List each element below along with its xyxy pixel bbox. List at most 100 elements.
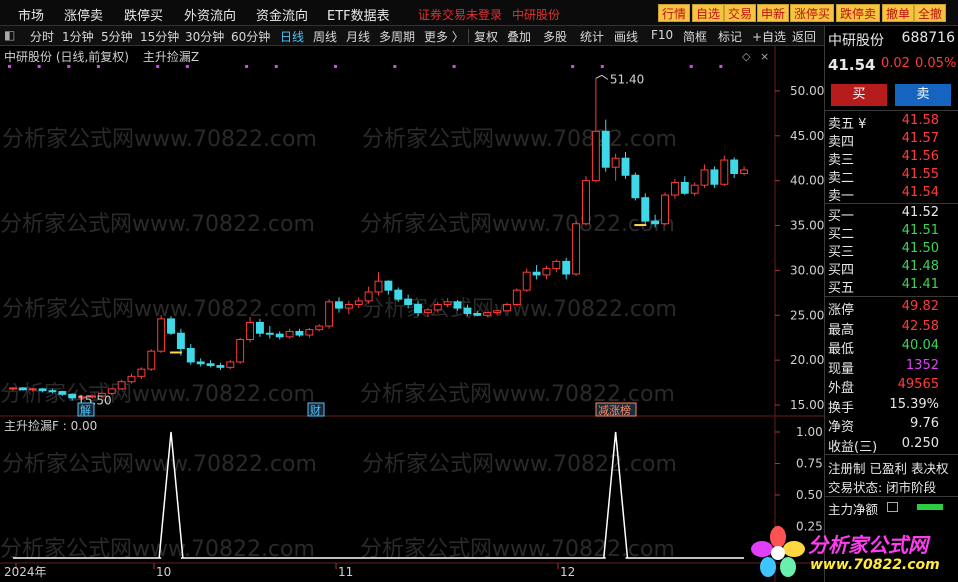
toolbar-divider bbox=[468, 29, 469, 43]
candle-body bbox=[295, 330, 304, 336]
draw-line-button[interactable]: 画线 bbox=[614, 28, 638, 45]
period-toolbar: ◧ 分时 1分钟 5分钟 15分钟 30分钟 60分钟 日线 周线 月线 多周期… bbox=[0, 26, 958, 46]
date-axis-label: 2024年 bbox=[4, 565, 47, 579]
tab-15min[interactable]: 15分钟 bbox=[140, 28, 179, 45]
bid-row-label: 买一 bbox=[828, 209, 855, 224]
sidebar-toggle-icon[interactable]: ◧ bbox=[4, 28, 15, 42]
bid-row-value: 41.52 bbox=[901, 205, 939, 220]
ask-row: 卖二 41.55 bbox=[825, 167, 958, 186]
statistics-button[interactable]: 统计 bbox=[580, 28, 604, 45]
candle-body bbox=[18, 387, 27, 391]
candle-body bbox=[601, 130, 610, 168]
stat-row: 涨停 49.82 bbox=[825, 299, 958, 318]
menu-market[interactable]: 市场 bbox=[18, 5, 44, 24]
tab-daily[interactable]: 日线 bbox=[280, 28, 304, 45]
candle-body bbox=[285, 330, 294, 338]
stat-row-label: 换手 bbox=[828, 400, 855, 416]
overlay-button[interactable]: 叠加 bbox=[507, 28, 531, 45]
quick-limit-up-buy-button[interactable]: 涨停买 bbox=[790, 4, 835, 22]
list-icon[interactable] bbox=[887, 502, 898, 512]
menu-etf-data[interactable]: ETF数据表 bbox=[327, 5, 390, 24]
quick-watchlist-button[interactable]: 自选 bbox=[692, 4, 725, 22]
menu-capital-flow[interactable]: 资金流向 bbox=[256, 5, 308, 24]
candle-body bbox=[28, 388, 37, 391]
candle-body bbox=[394, 289, 403, 300]
candle-body bbox=[38, 388, 47, 392]
tab-5min[interactable]: 5分钟 bbox=[101, 28, 133, 45]
quick-subscribe-button[interactable]: 申新 bbox=[757, 4, 790, 22]
quick-cancel-button[interactable]: 撤单 bbox=[882, 4, 915, 22]
last-price: 41.54 bbox=[828, 56, 876, 74]
tab-weekly[interactable]: 周线 bbox=[313, 28, 337, 45]
back-button[interactable]: 返回 bbox=[792, 28, 816, 45]
candle-body bbox=[670, 181, 679, 196]
candle-body bbox=[414, 304, 422, 314]
watermark-text: 分析家公式网www.70822.com bbox=[2, 127, 317, 152]
signal-dot bbox=[37, 65, 41, 68]
kline-chart-area[interactable]: 分析家公式网www.70822.com 分析家公式网www.70822.com 分析… bbox=[0, 46, 824, 582]
tab-30min[interactable]: 30分钟 bbox=[185, 28, 224, 45]
candle-body bbox=[631, 174, 640, 199]
candle-body bbox=[720, 159, 729, 185]
divider bbox=[825, 454, 958, 455]
mark-button[interactable]: 标记 bbox=[718, 28, 742, 45]
signal-dot bbox=[600, 65, 604, 68]
quick-limit-down-sell-button[interactable]: 跌停卖 bbox=[836, 4, 881, 22]
signal-dot bbox=[334, 65, 338, 68]
multi-stock-button[interactable]: 多股 bbox=[543, 28, 567, 45]
candle-body bbox=[48, 390, 57, 393]
candle-body bbox=[562, 260, 571, 275]
watermark-text: 分析家公式网www.70822.com bbox=[2, 452, 317, 477]
f10-button[interactable]: F10 bbox=[651, 28, 673, 42]
sell-button[interactable]: 卖 bbox=[895, 84, 951, 106]
ask-row-value: 41.56 bbox=[901, 149, 939, 164]
add-watchlist-button[interactable]: +自选 bbox=[752, 28, 786, 45]
chart-stock-title: 中研股份 (日线,前复权) bbox=[4, 50, 129, 64]
simple-frame-button[interactable]: 简框 bbox=[683, 28, 707, 45]
buy-button[interactable]: 买 bbox=[831, 84, 887, 106]
logo-url: www.70822.com bbox=[810, 557, 940, 573]
watermark-text: 分析家公式网www.70822.com bbox=[0, 212, 315, 237]
candle-body bbox=[335, 301, 343, 309]
stat-row-value: 15.39% bbox=[889, 396, 939, 412]
tab-1min[interactable]: 1分钟 bbox=[62, 28, 94, 45]
quick-quote-button[interactable]: 行情 bbox=[658, 4, 691, 22]
watermark-text: 分析家公式网www.70822.com bbox=[2, 297, 317, 322]
menu-foreign-flow[interactable]: 外资流向 bbox=[184, 5, 236, 24]
tab-multi-period[interactable]: 多周期 bbox=[379, 28, 415, 45]
candle-body bbox=[611, 157, 620, 168]
ask-row: 卖三 41.56 bbox=[825, 149, 958, 168]
sub-axis-label: 0.50 bbox=[796, 488, 823, 502]
price-axis-label: 20.00 bbox=[790, 353, 824, 367]
ask-row-value: 41.58 bbox=[901, 113, 939, 128]
chart-indicator-name[interactable]: 主升捡漏Z bbox=[143, 50, 199, 64]
menu-limit-down-buy[interactable]: 跌停买 bbox=[124, 5, 163, 24]
tab-60min[interactable]: 60分钟 bbox=[231, 28, 270, 45]
sub-axis-label: 0.75 bbox=[796, 457, 823, 471]
ask-row-label: 卖三 bbox=[828, 153, 855, 168]
tab-more[interactable]: 更多 〉 bbox=[424, 28, 464, 45]
stat-row-value: 40.04 bbox=[901, 338, 939, 353]
menu-limit-up-sell[interactable]: 涨停卖 bbox=[64, 5, 103, 24]
candle-body bbox=[404, 298, 413, 306]
stat-row: 收益(三) 0.250 bbox=[825, 435, 958, 455]
adjust-button[interactable]: 复权 bbox=[474, 28, 498, 45]
candle-body bbox=[710, 169, 719, 185]
candle-body bbox=[641, 197, 650, 222]
ask-row-label: 卖五 ¥ bbox=[828, 117, 867, 132]
candle-body bbox=[8, 387, 17, 390]
bid-row: 买一 41.52 bbox=[825, 205, 958, 224]
signal-dot bbox=[571, 65, 575, 68]
tab-monthly[interactable]: 月线 bbox=[346, 28, 370, 45]
stat-row-value: 0.250 bbox=[901, 435, 939, 451]
candle-body bbox=[423, 309, 432, 314]
tab-intraday[interactable]: 分时 bbox=[30, 28, 54, 45]
candle-body bbox=[502, 304, 511, 312]
candle-body bbox=[730, 159, 739, 174]
kline-chart-svg[interactable]: 分析家公式网www.70822.com 分析家公式网www.70822.com 分析… bbox=[0, 46, 824, 582]
bid-row-value: 41.41 bbox=[901, 277, 939, 292]
quick-trade-button[interactable]: 交易 bbox=[724, 4, 757, 22]
candle-body bbox=[433, 304, 442, 311]
quick-cancel-all-button[interactable]: 全撤 bbox=[914, 4, 947, 22]
candle-body bbox=[246, 321, 255, 341]
